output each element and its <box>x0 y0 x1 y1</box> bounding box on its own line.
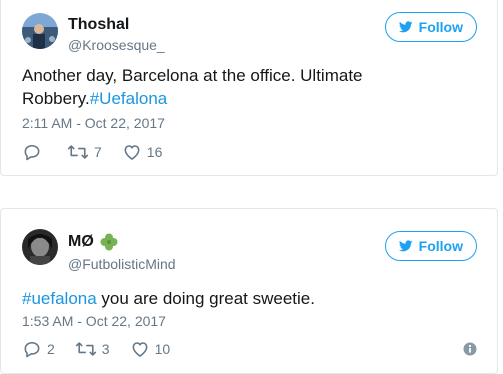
follow-button[interactable]: Follow <box>385 231 477 261</box>
follow-button[interactable]: Follow <box>385 12 477 42</box>
user-handle[interactable]: @FutbolisticMind <box>68 256 176 272</box>
four-leaf-clover-icon <box>100 233 118 251</box>
retweet-icon <box>67 145 89 159</box>
tweet-card: MØ @FutbolisticMind Follow #uefalona you… <box>0 208 498 374</box>
like-button[interactable]: 10 <box>130 339 171 359</box>
tweet-text: #uefalona you are doing great sweetie. <box>22 287 477 310</box>
reply-icon <box>24 341 40 358</box>
twitter-bird-icon <box>399 240 413 252</box>
tweet-card: Thoshal @Kroosesque_ Follow Another day,… <box>0 0 498 176</box>
follow-label: Follow <box>418 238 463 254</box>
tweet-timestamp[interactable]: 1:53 AM - Oct 22, 2017 <box>22 313 166 329</box>
user-display-name[interactable]: Thoshal <box>68 16 129 34</box>
tweet-text: Another day, Barcelona at the office. Ul… <box>22 64 477 110</box>
tweet-actions: 7 16 <box>22 142 182 162</box>
reply-icon <box>24 144 40 161</box>
hashtag-link[interactable]: #Uefalona <box>90 89 168 108</box>
tweet-text-body: Another day, Barcelona at the office. Ul… <box>22 66 363 108</box>
tweet-text-body: you are doing great sweetie. <box>96 289 315 308</box>
heart-icon <box>132 342 148 357</box>
display-name-text[interactable]: Thoshal <box>68 16 129 34</box>
user-display-name[interactable]: MØ <box>68 232 119 252</box>
twitter-bird-icon <box>399 21 413 33</box>
retweet-count: 7 <box>94 144 102 160</box>
display-name-text[interactable]: MØ <box>68 233 94 251</box>
info-icon[interactable] <box>463 342 477 356</box>
follow-label: Follow <box>418 19 463 35</box>
retweet-button[interactable]: 3 <box>75 339 110 359</box>
tweet-actions: 2 3 10 <box>22 339 190 359</box>
user-handle[interactable]: @Kroosesque_ <box>68 37 165 53</box>
user-avatar[interactable] <box>22 229 58 265</box>
retweet-icon <box>75 342 96 356</box>
like-count: 10 <box>154 341 171 357</box>
retweet-button[interactable]: 7 <box>67 142 102 162</box>
tweet-timestamp[interactable]: 2:11 AM - Oct 22, 2017 <box>22 115 165 131</box>
retweet-count: 3 <box>101 341 110 357</box>
reply-count: 2 <box>47 341 55 357</box>
hashtag-link[interactable]: #uefalona <box>22 289 97 308</box>
user-avatar[interactable] <box>22 13 58 49</box>
heart-icon <box>124 145 140 160</box>
reply-button[interactable] <box>22 142 47 162</box>
reply-button[interactable]: 2 <box>22 339 55 359</box>
like-count: 16 <box>146 144 163 160</box>
like-button[interactable]: 16 <box>122 142 163 162</box>
